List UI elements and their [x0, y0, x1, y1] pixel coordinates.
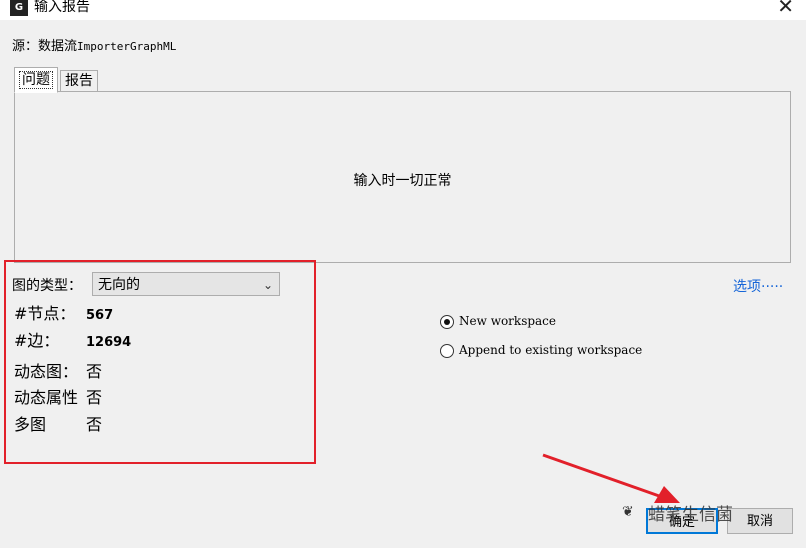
annotation-arrow-icon [542, 453, 680, 503]
tab-issues[interactable]: 问题 [14, 67, 58, 93]
tab-issues-label: 问题 [19, 71, 53, 89]
